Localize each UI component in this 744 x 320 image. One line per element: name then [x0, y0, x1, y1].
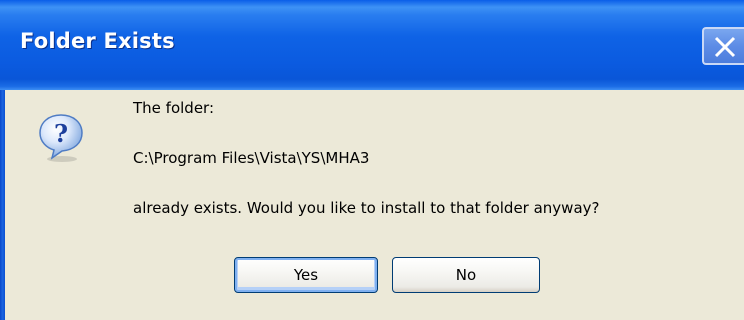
no-button[interactable]: No: [392, 257, 540, 293]
question-icon: ?: [39, 114, 83, 162]
dialog-window: Folder Exists ? The folder: C:\Program F…: [0, 0, 744, 320]
message-line-folder: The folder:: [133, 99, 214, 117]
dialog-content: ? The folder: C:\Program Files\Vista\YS\…: [5, 90, 744, 320]
title-bar[interactable]: Folder Exists: [0, 0, 744, 90]
message-folder-path: C:\Program Files\Vista\YS\MHA3: [133, 149, 370, 167]
svg-text:?: ?: [54, 119, 68, 148]
message-line-exists: already exists. Would you like to instal…: [133, 199, 600, 217]
yes-button[interactable]: Yes: [234, 257, 378, 293]
close-button[interactable]: [702, 27, 744, 65]
close-icon: [714, 36, 736, 58]
window-title: Folder Exists: [20, 29, 175, 53]
